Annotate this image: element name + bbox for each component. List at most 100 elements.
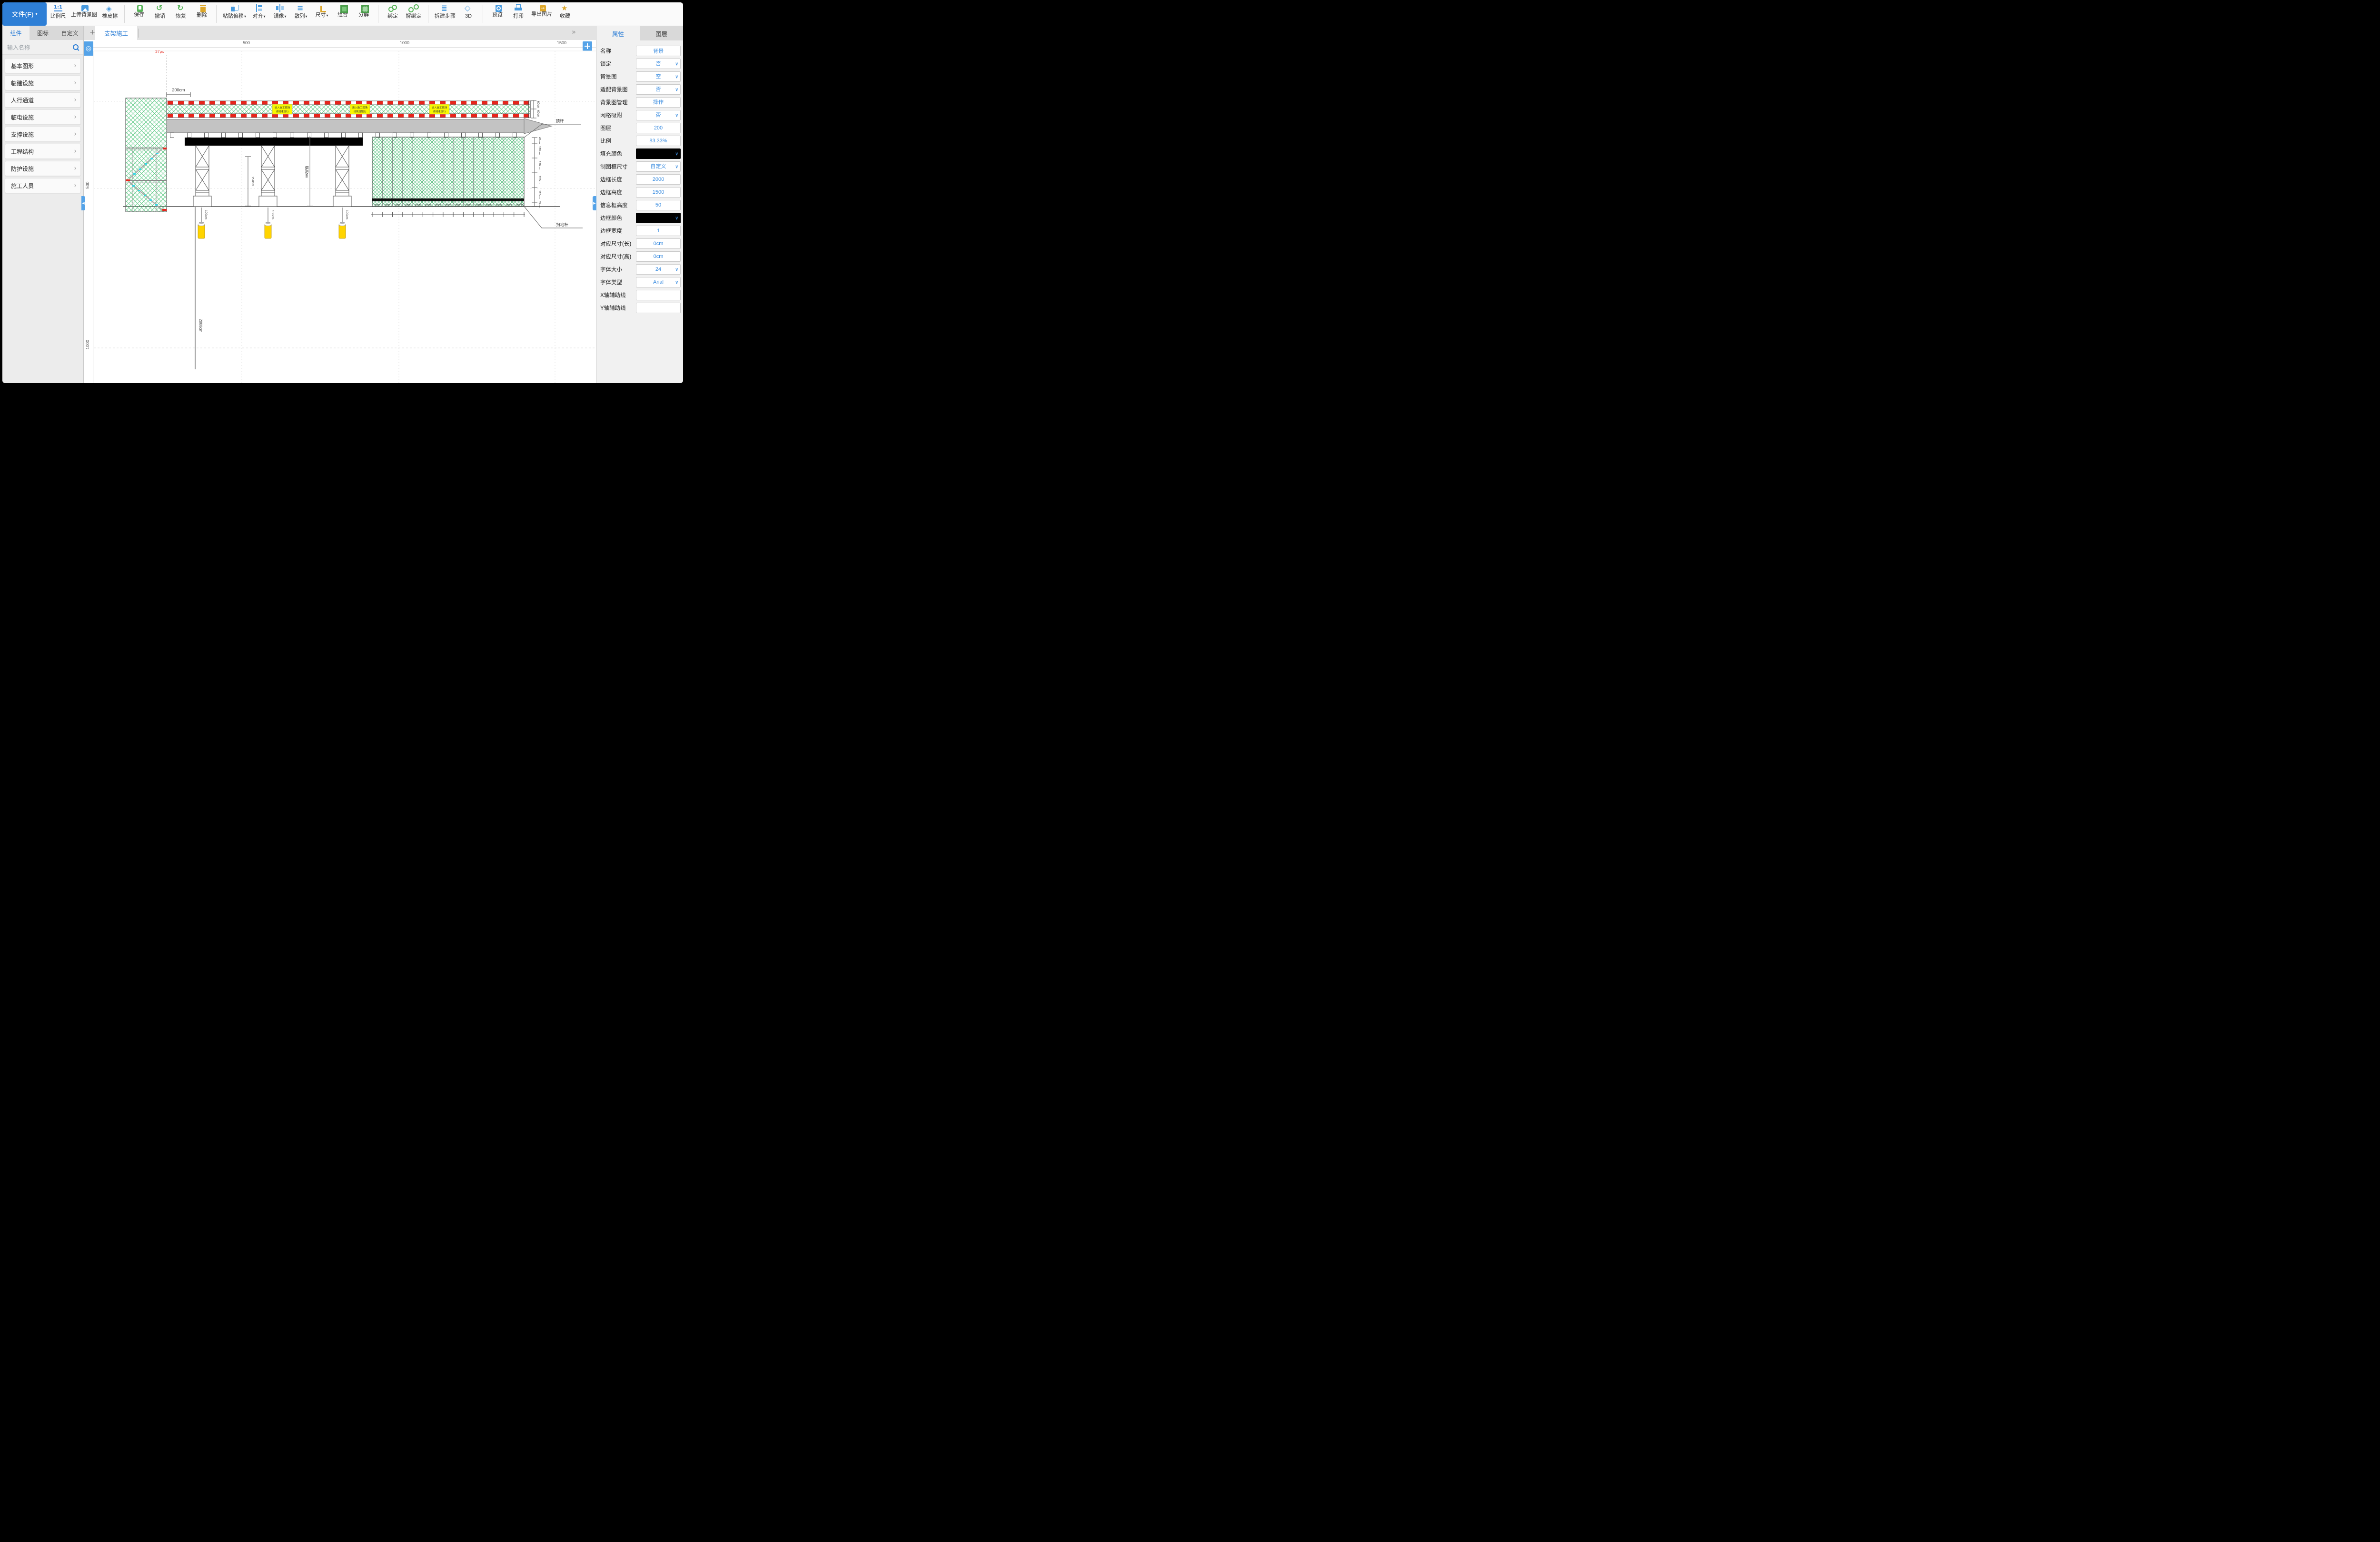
sidebar-item-basic-shapes[interactable]: 基本图形› xyxy=(5,58,81,73)
tab-custom[interactable]: 自定义 xyxy=(56,26,83,40)
print-icon xyxy=(514,4,523,13)
scaffold-drawing[interactable]: 200cm 2000cm xyxy=(84,47,596,383)
paste-offset-button[interactable]: 粘贴偏移 xyxy=(220,2,248,26)
align-icon xyxy=(254,4,264,13)
fit-background-select[interactable]: 否 xyxy=(636,84,681,95)
svg-text:顶杆: 顶杆 xyxy=(555,119,564,123)
svg-text:90cm: 90cm xyxy=(486,204,491,207)
border-color-swatch[interactable] xyxy=(636,213,681,223)
dimension-chain: 45cm 120cm 120cm 120cm 120cm 35cm xyxy=(532,137,541,208)
warning-sign[interactable]: 进入施工现场 请减速慢行 xyxy=(429,104,449,114)
y-guides-field[interactable] xyxy=(636,303,681,313)
group-button[interactable]: 组合 xyxy=(332,2,353,26)
background-manage-button[interactable]: 操作 xyxy=(636,97,681,108)
lattice-column[interactable] xyxy=(259,146,277,207)
sidebar-item-temp-facilities[interactable]: 临建设施› xyxy=(5,75,81,90)
svg-text:90cm: 90cm xyxy=(466,204,471,207)
svg-text:35cm: 35cm xyxy=(538,201,541,208)
properties-panel: 属性 图层 名称 锁定否 背景图空 适配背景图否 背景图管理操作 网格吸附否 图… xyxy=(596,26,683,383)
triangle-right-icon: ▶ xyxy=(593,201,595,205)
eraser-button[interactable]: 橡皮擦 xyxy=(99,2,120,26)
bridge-deck[interactable] xyxy=(167,119,552,134)
align-button[interactable]: 对齐 xyxy=(248,2,269,26)
size-height-field[interactable] xyxy=(636,251,681,262)
frame-size-select[interactable]: 自定义 xyxy=(636,161,681,172)
favorite-button[interactable]: 收藏 xyxy=(555,2,575,26)
sidebar-item-protective-facilities[interactable]: 防护设施› xyxy=(5,161,81,176)
safety-barrier[interactable]: 进入施工现场 请减速慢行 进入施工现场 请减速慢行 进入施工现场 请减速慢行 xyxy=(167,100,530,118)
search-icon[interactable] xyxy=(73,44,79,50)
lock-select[interactable]: 否 xyxy=(636,59,681,69)
lattice-column[interactable] xyxy=(333,146,351,207)
build-steps-button[interactable]: 拆建步骤 xyxy=(432,2,458,26)
border-height-field[interactable] xyxy=(636,187,681,198)
tab-components[interactable]: 组件 xyxy=(2,26,30,40)
sidebar-collapse-handle[interactable]: ◀ xyxy=(81,196,85,210)
sidebar-item-engineering-structure[interactable]: 工程结构› xyxy=(5,144,81,159)
border-width-field[interactable] xyxy=(636,226,681,236)
delete-button[interactable]: 删除 xyxy=(191,2,212,26)
dimension-100cm-drums: 100cm 100cm 100cm xyxy=(198,208,348,238)
tab-scaffold-construction[interactable]: 支架施工 xyxy=(95,26,137,40)
sidebar-tabs: 组件 图标 自定义 xyxy=(2,26,83,40)
svg-text:250cm: 250cm xyxy=(251,177,254,186)
preview-button[interactable]: 预览 xyxy=(487,2,508,26)
export-image-button[interactable]: 导出图片 xyxy=(529,2,555,26)
mirror-button[interactable]: 镜像 xyxy=(269,2,290,26)
x-guides-field[interactable] xyxy=(636,290,681,300)
view-3d-button[interactable]: 3D xyxy=(458,2,479,26)
name-field[interactable] xyxy=(636,46,681,56)
svg-text:90cm: 90cm xyxy=(405,204,410,207)
props-collapse-handle[interactable]: ▶ xyxy=(593,196,596,210)
toolbar-separator xyxy=(216,5,217,23)
save-button[interactable]: 保存 xyxy=(129,2,149,26)
bind-button[interactable]: 绑定 xyxy=(382,2,403,26)
sidebar-item-construction-workers[interactable]: 施工人员› xyxy=(5,178,81,193)
stair-tower[interactable] xyxy=(126,98,167,212)
tab-layers[interactable]: 图层 xyxy=(640,26,683,40)
svg-text:请减速慢行: 请减速慢行 xyxy=(433,109,446,113)
undo-button[interactable]: 撤销 xyxy=(149,2,170,26)
lattice-column[interactable] xyxy=(193,146,211,207)
layer-field[interactable] xyxy=(636,123,681,133)
info-height-field[interactable] xyxy=(636,200,681,210)
fill-color-swatch[interactable] xyxy=(636,148,681,159)
font-family-select[interactable]: Arial xyxy=(636,277,681,287)
mesh-wall[interactable]: 90cm90cm 90cm90cm 90cm90cm 90cm90cm 90cm… xyxy=(372,137,524,207)
search-box[interactable]: 输入名称 xyxy=(2,40,83,55)
tab-properties[interactable]: 属性 xyxy=(596,26,640,40)
build-steps-icon xyxy=(440,4,450,13)
chevron-right-icon: › xyxy=(74,148,77,155)
app-window: 文件(F) ▾ 比例尺 上传背景图 橡皮擦 保存 撤销 恢复 删除 粘贴偏移 对… xyxy=(2,2,683,383)
background-image-select[interactable]: 空 xyxy=(636,71,681,82)
redo-button[interactable]: 恢复 xyxy=(170,2,191,26)
border-length-field[interactable] xyxy=(636,174,681,185)
size-length-field[interactable] xyxy=(636,238,681,249)
ungroup-button[interactable]: 分解 xyxy=(353,2,374,26)
tab-icons[interactable]: 图标 xyxy=(30,26,57,40)
toolbar-separator xyxy=(124,5,125,23)
font-size-select[interactable]: 24 xyxy=(636,264,681,275)
scale-field[interactable] xyxy=(636,136,681,146)
canvas-area[interactable]: + 支架施工 » 500 1000 1500 500 1000 ◎ 37px xyxy=(84,26,596,383)
sidebar-item-pedestrian-passage[interactable]: 人行通道› xyxy=(5,92,81,108)
prop-row-border-width: 边框宽度 xyxy=(600,226,681,236)
grid-snap-select[interactable]: 否 xyxy=(636,110,681,120)
distribute-button[interactable]: 散列 xyxy=(290,2,311,26)
mirror-icon xyxy=(275,4,285,13)
unbind-button[interactable]: 解绑定 xyxy=(403,2,424,26)
prop-row-background-image: 背景图空 xyxy=(600,71,681,82)
more-tabs-icon[interactable]: » xyxy=(572,28,576,36)
sidebar-item-temp-power[interactable]: 临电设施› xyxy=(5,109,81,125)
warning-sign[interactable]: 进入施工现场 请减速慢行 xyxy=(272,104,292,114)
svg-text:90cm: 90cm xyxy=(445,204,451,207)
sidebar-item-support-facilities[interactable]: 支撑设施› xyxy=(5,127,81,142)
save-icon xyxy=(137,5,143,12)
scale-ruler-button[interactable]: 比例尺 xyxy=(48,2,69,26)
upload-background-button[interactable]: 上传背景图 xyxy=(69,2,99,26)
size-button[interactable]: 尺寸 xyxy=(311,2,332,26)
warning-sign[interactable]: 进入施工现场 请减速慢行 xyxy=(350,104,370,114)
file-menu-button[interactable]: 文件(F) ▾ xyxy=(2,2,47,26)
print-button[interactable]: 打印 xyxy=(508,2,529,26)
girder-beam[interactable] xyxy=(185,138,363,146)
